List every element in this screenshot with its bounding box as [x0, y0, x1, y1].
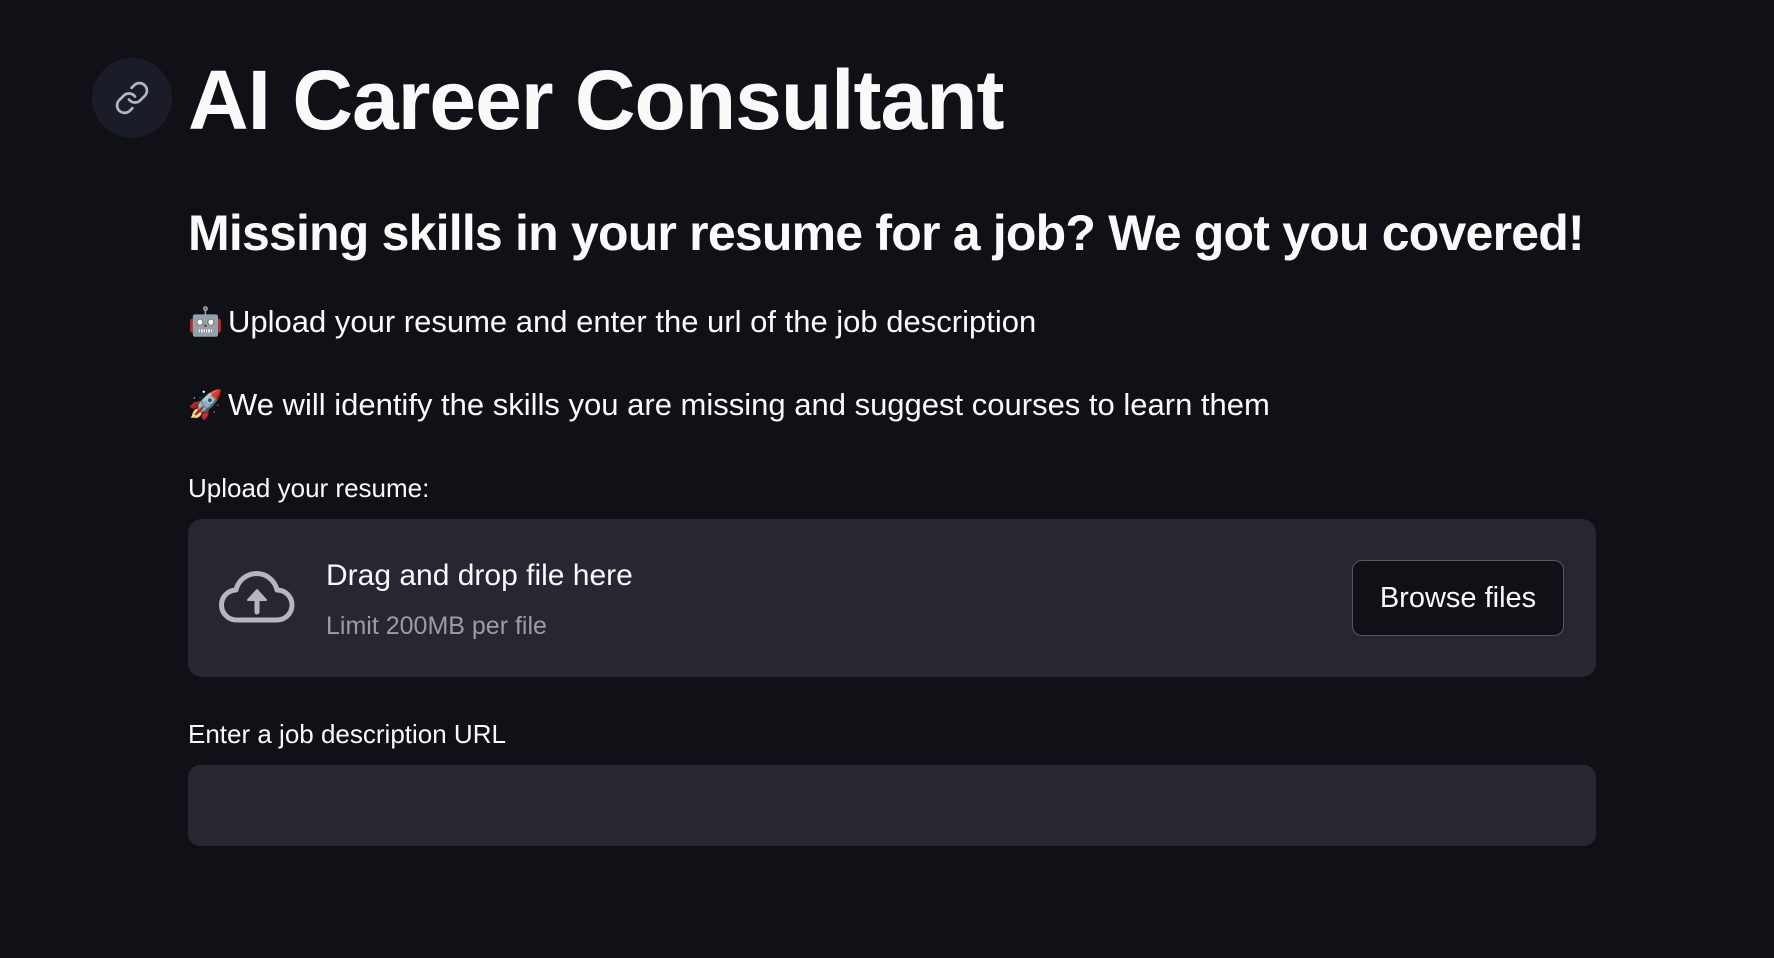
intro-line-upload: 🤖 Upload your resume and enter the url o… [188, 300, 1036, 344]
dropzone-limit-text: Limit 200MB per file [326, 612, 547, 640]
intro-line-upload-text: Upload your resume and enter the url of … [228, 304, 1037, 339]
intro-line-identify: 🚀 We will identify the skills you are mi… [188, 383, 1270, 427]
page-title: AI Career Consultant [188, 53, 1004, 147]
browse-files-button[interactable]: Browse files [1352, 560, 1564, 636]
job-url-label: Enter a job description URL [188, 719, 506, 749]
subheading: Missing skills in your resume for a job?… [188, 205, 1585, 261]
job-url-input[interactable] [188, 765, 1596, 846]
rocket-emoji-icon: 🚀 [188, 389, 223, 420]
link-icon [115, 81, 149, 115]
file-dropzone[interactable]: Drag and drop file here Limit 200MB per … [188, 519, 1596, 677]
cloud-upload-icon [219, 571, 295, 623]
resume-upload-label: Upload your resume: [188, 473, 430, 503]
robot-emoji-icon: 🤖 [188, 306, 223, 337]
app-page: AI Career Consultant Missing skills in y… [0, 0, 1774, 958]
intro-line-identify-text: We will identify the skills you are miss… [228, 387, 1270, 422]
dropzone-title: Drag and drop file here [326, 559, 633, 592]
header-anchor-link[interactable] [92, 58, 172, 138]
